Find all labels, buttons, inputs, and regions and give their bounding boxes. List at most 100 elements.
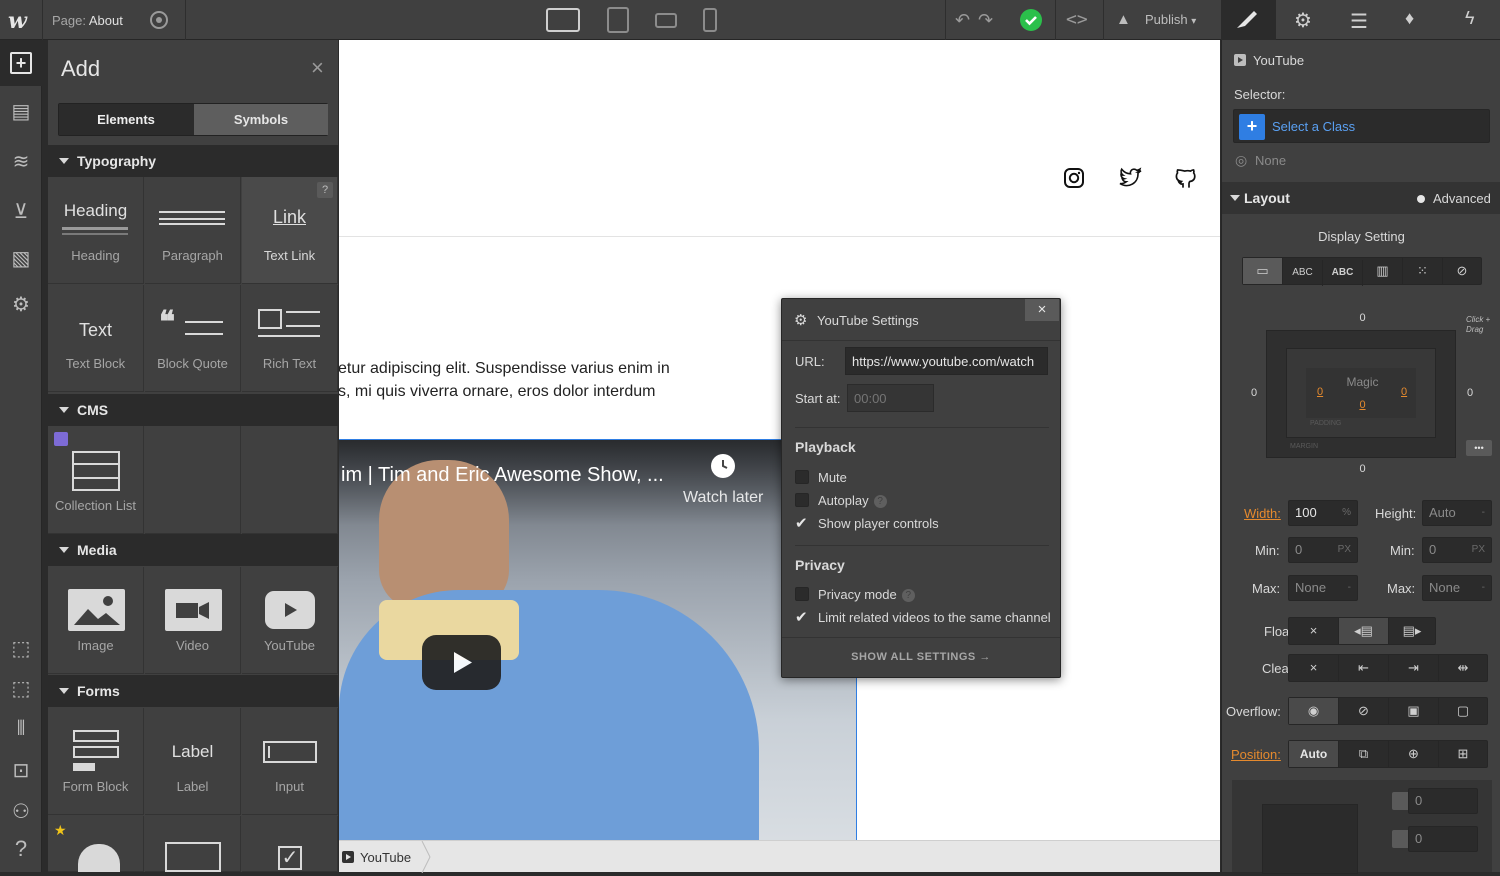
navigator-icon[interactable]: ☰ (1350, 9, 1368, 34)
xray-icon[interactable]: ⬚ (9, 677, 33, 701)
margin-top-value[interactable]: 0 (1234, 312, 1491, 324)
element-text-link[interactable]: ? Link Text Link (242, 177, 338, 284)
element-heading[interactable]: Heading Heading (48, 177, 144, 284)
clock-icon[interactable] (711, 454, 735, 478)
instagram-icon[interactable] (1063, 167, 1085, 189)
display-inline-button[interactable]: ⁙ (1403, 258, 1443, 284)
position-label[interactable]: Position: (1231, 747, 1281, 762)
margin-left-value[interactable]: 0 (1251, 387, 1257, 399)
float-left-icon[interactable]: ◂▤ (1339, 618, 1389, 644)
padding-top-value[interactable]: 0 (1234, 399, 1491, 411)
tablet-view-icon[interactable] (607, 7, 629, 33)
privacy-mode-label-wrap[interactable]: Privacy mode? (818, 587, 915, 603)
limit-related-checkbox[interactable]: ✔ (795, 608, 808, 626)
element-file-upload[interactable]: ★ (48, 816, 144, 872)
interactions-lightning-icon[interactable]: ϟ (1465, 8, 1475, 29)
preview-layout-icon[interactable]: ⊡ (9, 759, 33, 783)
clear-right-icon[interactable]: ⇥ (1389, 655, 1439, 681)
element-checkbox[interactable]: ✓ (242, 816, 338, 872)
controls-checkbox[interactable]: ✔ (795, 514, 808, 532)
play-button[interactable] (422, 635, 501, 690)
margin-bottom-value[interactable]: 0 (1234, 463, 1491, 475)
top-offset-input[interactable]: 0 (1408, 788, 1478, 814)
pages-icon[interactable]: ▤ (9, 100, 33, 124)
grid-overlay-icon[interactable]: ⦀ (9, 717, 33, 741)
max-width-unit[interactable]: - (1348, 576, 1351, 600)
limit-related-label[interactable]: Limit related videos to the same channel (818, 610, 1051, 625)
element-video[interactable]: Video (145, 567, 241, 674)
overflow-hidden-icon[interactable]: ⊘ (1339, 698, 1389, 724)
display-block-button[interactable]: ▭ (1243, 258, 1283, 284)
element-rich-text[interactable]: Rich Text (242, 285, 338, 392)
controls-label[interactable]: Show player controls (818, 516, 939, 531)
display-grid-button[interactable]: ▥ (1363, 258, 1403, 284)
clear-both-icon[interactable]: ⇹ (1439, 655, 1487, 681)
select-class-placeholder[interactable]: Select a Class (1272, 119, 1355, 134)
project-settings-icon[interactable]: ⚙ (9, 293, 33, 317)
width-unit[interactable]: % (1342, 501, 1351, 525)
display-none-eye-off-icon[interactable]: ⊘ (1443, 258, 1481, 284)
display-inline-block-button[interactable]: ABC (1323, 260, 1363, 286)
desktop-view-icon[interactable] (546, 8, 580, 32)
display-flex-button[interactable]: ABC (1283, 260, 1323, 286)
width-label[interactable]: Width: (1244, 506, 1281, 521)
tab-elements[interactable]: Elements (59, 104, 193, 135)
class-selector-input[interactable]: + Select a Class (1233, 109, 1490, 143)
left-offset-input[interactable]: 0 (1408, 826, 1478, 852)
element-image[interactable]: Image (48, 567, 144, 674)
max-height-unit[interactable]: - (1482, 576, 1485, 600)
height-unit[interactable]: - (1482, 501, 1485, 525)
element-label[interactable]: Label Label (145, 708, 241, 815)
section-cms[interactable]: CMS (48, 394, 338, 426)
add-class-plus-icon[interactable]: + (1239, 114, 1265, 140)
element-input[interactable]: Input (242, 708, 338, 815)
width-input[interactable]: 100% (1288, 500, 1358, 526)
autoplay-label-wrap[interactable]: Autoplay? (818, 493, 887, 509)
position-box[interactable] (1262, 804, 1358, 874)
section-forms[interactable]: Forms (48, 675, 338, 707)
close-icon[interactable]: × (1025, 299, 1059, 321)
min-height-unit[interactable]: PX (1472, 538, 1485, 562)
section-media[interactable]: Media (48, 534, 338, 566)
element-text-area[interactable] (145, 816, 241, 872)
overflow-visible-eye-icon[interactable]: ◉ (1289, 698, 1339, 724)
tab-symbols[interactable]: Symbols (194, 104, 328, 135)
help-icon[interactable]: ? (901, 589, 915, 603)
show-all-settings-link[interactable]: SHOW ALL SETTINGS → (782, 651, 1060, 663)
mobile-landscape-view-icon[interactable] (655, 13, 677, 28)
overflow-scroll-icon[interactable]: ▣ (1389, 698, 1439, 724)
min-width-unit[interactable]: PX (1338, 538, 1351, 562)
preview-eye-icon[interactable] (149, 10, 169, 30)
privacy-mode-checkbox[interactable] (795, 587, 809, 601)
padding-left-value[interactable]: 0 (1317, 386, 1323, 398)
margin-right-value[interactable]: 0 (1467, 387, 1473, 399)
publish-button[interactable]: Publish ▾ (1145, 12, 1196, 27)
saved-status-icon[interactable] (1020, 9, 1042, 31)
states-icon[interactable]: ◎ (1235, 152, 1247, 169)
github-icon[interactable] (1175, 167, 1197, 189)
youtube-embed[interactable]: im | Tim and Eric Awesome Show, ... Watc… (339, 439, 857, 840)
element-form-block[interactable]: Form Block (48, 708, 144, 815)
select-element-icon[interactable]: ⬚ (9, 637, 33, 661)
float-right-icon[interactable]: ▤▸ (1389, 618, 1435, 644)
url-input[interactable] (845, 347, 1048, 375)
ecommerce-cart-icon[interactable]: ⊻ (9, 200, 33, 224)
paragraph-text[interactable]: etur adipiscing elit. Suspendisse varius… (339, 357, 670, 403)
position-fixed-icon[interactable]: ⊞ (1439, 741, 1487, 767)
mute-label[interactable]: Mute (818, 470, 847, 485)
min-width-input[interactable]: 0 PX (1288, 537, 1358, 563)
video-title[interactable]: im | Tim and Eric Awesome Show, ... (341, 464, 664, 487)
design-canvas[interactable]: etur adipiscing elit. Suspendisse varius… (339, 40, 1220, 840)
height-input[interactable]: Auto - (1422, 500, 1492, 526)
settings-gear-icon[interactable]: ⚙ (1294, 8, 1312, 33)
undo-icon[interactable]: ↶ (955, 10, 970, 31)
position-absolute-icon[interactable]: ⊕ (1389, 741, 1439, 767)
mute-checkbox[interactable] (795, 470, 809, 484)
style-panel-tab[interactable] (1221, 0, 1276, 40)
webflow-logo[interactable]: w (8, 8, 27, 34)
element-collection-list[interactable]: Collection List (48, 426, 144, 534)
state-none-label[interactable]: None (1255, 153, 1286, 168)
element-youtube[interactable]: YouTube (242, 567, 338, 674)
redo-icon[interactable]: ↷ (978, 10, 993, 31)
breadcrumb-item[interactable]: YouTube (360, 850, 411, 865)
